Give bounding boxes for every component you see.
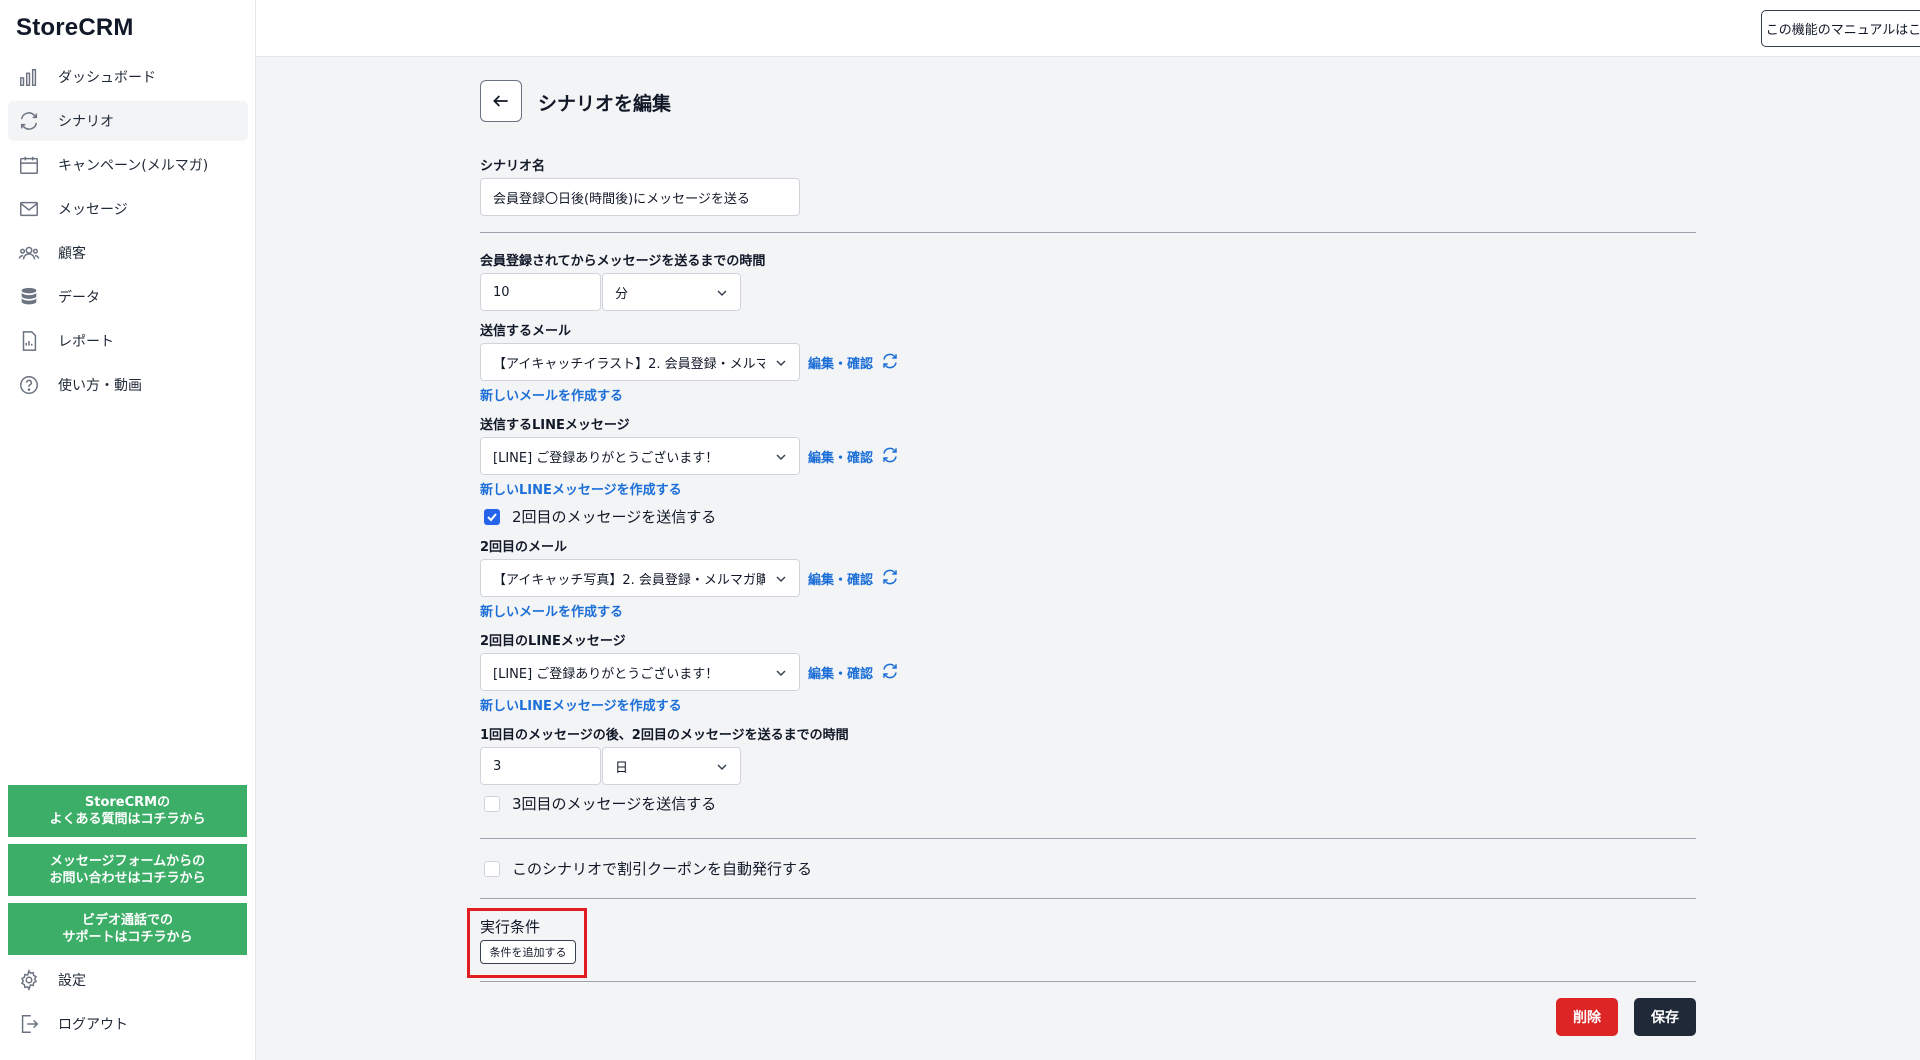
divider [480, 232, 1696, 233]
third-message-label: 3回目のメッセージを送信する [512, 795, 717, 813]
database-icon [16, 286, 42, 308]
bar-chart-icon [16, 66, 42, 88]
report-icon [16, 330, 42, 352]
refresh-icon[interactable] [881, 446, 899, 464]
line1-select[interactable]: [LINE] ご登録ありがとうございます！ [480, 437, 800, 475]
sidebar: StoreCRM ダッシュボード シナリオ キャンペーン(メルマガ) メッセージ… [0, 0, 256, 1060]
mail2-select[interactable]: 【アイキャッチ写真】2. 会員登録・メルマガ購読登 [480, 559, 800, 597]
sidebar-item-customers[interactable]: 顧客 [8, 233, 248, 273]
mail2-new-link[interactable]: 新しいメールを作成する [480, 601, 623, 620]
delay2-unit-select[interactable]: 日 [602, 747, 741, 785]
delay-value-input[interactable]: 10 [480, 273, 601, 311]
chevron-down-icon [776, 360, 786, 367]
line2-edit-link[interactable]: 編集・確認 [808, 663, 873, 682]
sidebar-item-campaign[interactable]: キャンペーン(メルマガ) [8, 145, 248, 185]
mail1-new-link[interactable]: 新しいメールを作成する [480, 385, 623, 404]
mail1-value: 【アイキャッチイラスト】2. 会員登録・メルマガ購読: [493, 356, 765, 372]
checkbox-unchecked-icon [484, 860, 500, 877]
delay2-unit-value: 日 [615, 760, 629, 776]
save-button[interactable]: 保存 [1634, 998, 1696, 1036]
sidebar-item-logout[interactable]: ログアウト [8, 1004, 248, 1044]
top-bar: この機能のマニュアルはこちら [256, 0, 1920, 57]
chevron-down-icon [776, 454, 786, 461]
line2-new-link[interactable]: 新しいLINEメッセージを作成する [480, 695, 682, 714]
arrow-left-icon [493, 95, 508, 107]
coupon-checkbox[interactable]: このシナリオで割引クーポンを自動発行する [484, 858, 812, 879]
sidebar-item-label: ログアウト [58, 1017, 128, 1033]
divider [480, 981, 1696, 982]
brand-logo[interactable]: StoreCRM [16, 14, 134, 42]
divider [480, 838, 1696, 839]
refresh-icon[interactable] [881, 662, 899, 680]
second-message-label: 2回目のメッセージを送信する [512, 508, 717, 526]
mail1-select[interactable]: 【アイキャッチイラスト】2. 会員登録・メルマガ購読: [480, 343, 800, 381]
delete-button[interactable]: 削除 [1556, 998, 1618, 1036]
users-icon [16, 242, 42, 264]
delay2-label: 1回目のメッセージの後、2回目のメッセージを送るまでの時間 [480, 728, 849, 743]
sidebar-bottom-nav: 設定 ログアウト [8, 960, 248, 1048]
sidebar-item-label: キャンペーン(メルマガ) [58, 158, 209, 174]
sidebar-item-data[interactable]: データ [8, 277, 248, 317]
sidebar-item-howto[interactable]: 使い方・動画 [8, 365, 248, 405]
refresh-icon[interactable] [881, 352, 899, 370]
line1-value: [LINE] ご登録ありがとうございます！ [493, 450, 719, 466]
scenario-name-input[interactable]: 会員登録〇日後(時間後)にメッセージを送る [480, 178, 800, 216]
chevron-down-icon [776, 670, 786, 677]
back-button[interactable] [480, 80, 522, 122]
line2-select[interactable]: [LINE] ご登録ありがとうございます！ [480, 653, 800, 691]
refresh-cycle-icon [16, 110, 42, 132]
mail2-edit-link[interactable]: 編集・確認 [808, 569, 873, 588]
sidebar-item-label: 設定 [58, 973, 86, 989]
sidebar-item-label: 顧客 [58, 246, 86, 262]
third-message-checkbox[interactable]: 3回目のメッセージを送信する [484, 793, 716, 814]
mail2-value: 【アイキャッチ写真】2. 会員登録・メルマガ購読登 [493, 572, 765, 588]
sidebar-item-label: ダッシュボード [58, 70, 156, 86]
sidebar-item-label: データ [58, 290, 100, 306]
delay2-value-input[interactable]: 3 [480, 747, 601, 785]
chevron-down-icon [717, 764, 727, 771]
contact-form-button[interactable]: メッセージフォームからの お問い合わせはコチラから [8, 844, 247, 896]
manual-button[interactable]: この機能のマニュアルはこちら [1761, 10, 1920, 47]
sidebar-item-settings[interactable]: 設定 [8, 960, 248, 1000]
refresh-icon[interactable] [881, 568, 899, 586]
sidebar-nav: ダッシュボード シナリオ キャンペーン(メルマガ) メッセージ 顧客 データ レ… [8, 57, 248, 409]
mail1-label: 送信するメール [480, 324, 572, 339]
sidebar-item-label: シナリオ [58, 114, 114, 130]
coupon-label: このシナリオで割引クーポンを自動発行する [512, 860, 813, 878]
divider [480, 898, 1696, 899]
sidebar-item-message[interactable]: メッセージ [8, 189, 248, 229]
video-support-button[interactable]: ビデオ通話での サポートはコチラから [8, 903, 247, 955]
page-title: シナリオを編集 [538, 93, 672, 115]
mail1-edit-link[interactable]: 編集・確認 [808, 353, 873, 372]
chevron-down-icon [717, 290, 727, 297]
add-condition-button[interactable]: 条件を追加する [480, 940, 576, 964]
sidebar-item-label: レポート [58, 334, 114, 350]
gear-icon [16, 969, 42, 991]
line2-value: [LINE] ご登録ありがとうございます！ [493, 666, 719, 682]
checkbox-unchecked-icon [484, 795, 500, 812]
delay-unit-value: 分 [615, 286, 629, 302]
sidebar-item-label: メッセージ [58, 202, 128, 218]
help-circle-icon [16, 374, 42, 396]
logout-icon [16, 1013, 42, 1035]
calendar-icon [16, 154, 42, 176]
mail2-label: 2回目のメール [480, 540, 568, 555]
scenario-name-label: シナリオ名 [480, 159, 546, 174]
sidebar-item-report[interactable]: レポート [8, 321, 248, 361]
line2-label: 2回目のLINEメッセージ [480, 634, 626, 649]
sidebar-item-dashboard[interactable]: ダッシュボード [8, 57, 248, 97]
sidebar-item-label: 使い方・動画 [58, 378, 142, 394]
conditions-title: 実行条件 [480, 918, 541, 936]
chevron-down-icon [776, 576, 786, 583]
sidebar-item-scenario[interactable]: シナリオ [8, 101, 248, 141]
faq-button[interactable]: StoreCRMの よくある質問はコチラから [8, 785, 247, 837]
delay-label: 会員登録されてからメッセージを送るまでの時間 [480, 254, 766, 269]
line1-new-link[interactable]: 新しいLINEメッセージを作成する [480, 479, 682, 498]
line1-label: 送信するLINEメッセージ [480, 418, 630, 433]
delay-unit-select[interactable]: 分 [602, 273, 741, 311]
mail-icon [16, 198, 42, 220]
checkbox-checked-icon [484, 508, 500, 525]
line1-edit-link[interactable]: 編集・確認 [808, 447, 873, 466]
second-message-checkbox[interactable]: 2回目のメッセージを送信する [484, 506, 716, 527]
